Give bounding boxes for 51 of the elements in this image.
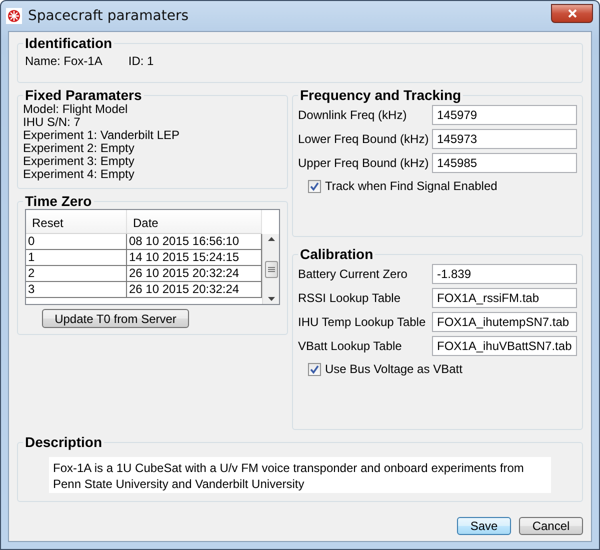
- field-label: RSSI Lookup Table: [298, 291, 402, 305]
- scroll-down-icon[interactable]: [268, 297, 274, 301]
- dialog-button[interactable]: Cancel: [519, 517, 583, 535]
- description-text: Fox-1A is a 1U CubeSat with a U/v FM voice transponder and onboard experiments from Penn State University and Vanderbilt University: [49, 457, 551, 493]
- input-field[interactable]: 145979: [432, 105, 577, 125]
- checkbox[interactable]: [308, 362, 321, 376]
- parameter-text: Experiment 3: Empty: [23, 155, 136, 168]
- parameter-text: Experiment 1: Vanderbilt LEP: [23, 129, 181, 142]
- checkbox-label: Track when Find Signal Enabled: [325, 179, 498, 193]
- input-field[interactable]: -1.839: [432, 264, 577, 284]
- column-header[interactable]: Date: [127, 210, 262, 233]
- app-icon: [6, 8, 22, 24]
- group-title: Calibration: [300, 246, 374, 262]
- input-field[interactable]: 145973: [432, 129, 577, 149]
- group-title: Frequency and Tracking: [300, 87, 462, 103]
- update-button[interactable]: Update T0 from Server: [42, 309, 189, 328]
- id-text: ID: 1: [128, 54, 154, 68]
- checkbox-label: Use Bus Voltage as VBatt: [325, 362, 462, 376]
- input-field[interactable]: 145985: [432, 153, 577, 173]
- group-title: Description: [25, 434, 102, 450]
- parameter-text: IHU S/N: 7: [23, 116, 80, 129]
- table-cell: 1: [26, 250, 127, 266]
- field-label: Lower Freq Bound (kHz): [298, 132, 430, 146]
- table-cell: 3: [26, 282, 127, 298]
- parameter-text: Model: Flight Model: [23, 103, 129, 116]
- group-title: Identification: [25, 35, 112, 51]
- field-label: VBatt Lookup Table: [298, 339, 403, 353]
- parameter-text: Experiment 2: Empty: [23, 142, 136, 155]
- field-label: IHU Temp Lookup Table: [298, 315, 427, 329]
- field-label: Battery Current Zero: [298, 267, 408, 281]
- close-button[interactable]: [551, 4, 593, 22]
- input-field[interactable]: FOX1A_ihuVBattSN7.tab: [432, 336, 577, 356]
- group-title: Time Zero: [25, 193, 92, 209]
- input-field[interactable]: FOX1A_rssiFM.tab: [432, 288, 577, 308]
- column-header[interactable]: Reset: [26, 210, 127, 233]
- window-title: Spacecraft paramaters: [28, 8, 190, 24]
- checkbox[interactable]: [308, 180, 321, 192]
- dialog-button[interactable]: Save: [457, 517, 511, 535]
- close-icon: [568, 8, 576, 18]
- scroll-thumb[interactable]: [264, 260, 278, 278]
- field-label: Upper Freq Bound (kHz): [298, 156, 430, 170]
- scrollbar[interactable]: [262, 234, 279, 304]
- group-title: Fixed Paramaters: [25, 87, 142, 103]
- name-text: Name: Fox-1A: [25, 54, 102, 68]
- input-field[interactable]: FOX1A_ihutempSN7.tab: [432, 312, 577, 332]
- table-cell: 2: [26, 266, 127, 282]
- table-cell: 0: [26, 234, 127, 250]
- scroll-up-icon[interactable]: [268, 237, 274, 241]
- parameter-text: Experiment 4: Empty: [23, 168, 136, 181]
- table-cell: 08 10 2015 16:56:10: [127, 234, 262, 250]
- field-label: Downlink Freq (kHz): [298, 108, 408, 122]
